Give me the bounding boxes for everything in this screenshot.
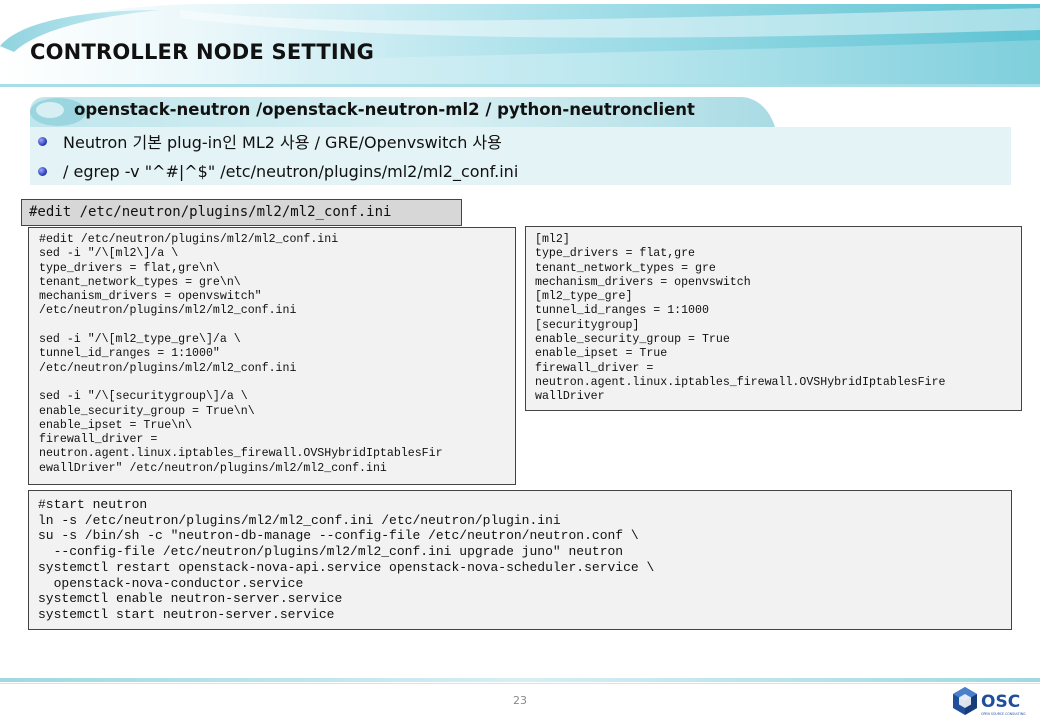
code-block-start-neutron: #start neutron ln -s /etc/neutron/plugin…: [28, 490, 1012, 630]
hexagon-icon: [953, 687, 977, 715]
code-block-ml2-conf-result: [ml2] type_drivers = flat,gre tenant_net…: [525, 226, 1022, 411]
bullet-dot-icon: [38, 136, 47, 146]
bullet-item: / egrep -v "^#|^$" /etc/neutron/plugins/…: [38, 158, 518, 184]
section-subtitle: openstack-neutron /openstack-neutron-ml2…: [74, 100, 695, 119]
bullet-text: Neutron 기본 plug-in인 ML2 사용 / GRE/Openvsw…: [63, 133, 502, 152]
code-block-sed-commands: #edit /etc/neutron/plugins/ml2/ml2_conf.…: [28, 227, 516, 485]
bullet-dot-icon: [38, 166, 47, 176]
footer-divider: [0, 678, 1040, 684]
page-number: 23: [513, 694, 527, 707]
bullet-item: Neutron 기본 plug-in인 ML2 사용 / GRE/Openvsw…: [38, 128, 502, 154]
bullet-text: / egrep -v "^#|^$" /etc/neutron/plugins/…: [63, 161, 519, 181]
logo-text: OSC: [981, 692, 1020, 712]
edit-file-label: #edit /etc/neutron/plugins/ml2/ml2_conf.…: [21, 199, 462, 226]
logo-tagline: OPEN SOURCE CONSULTING: [981, 712, 1026, 716]
osc-logo: OSC OPEN SOURCE CONSULTING: [953, 687, 1026, 716]
page-title: CONTROLLER NODE SETTING: [30, 40, 375, 64]
